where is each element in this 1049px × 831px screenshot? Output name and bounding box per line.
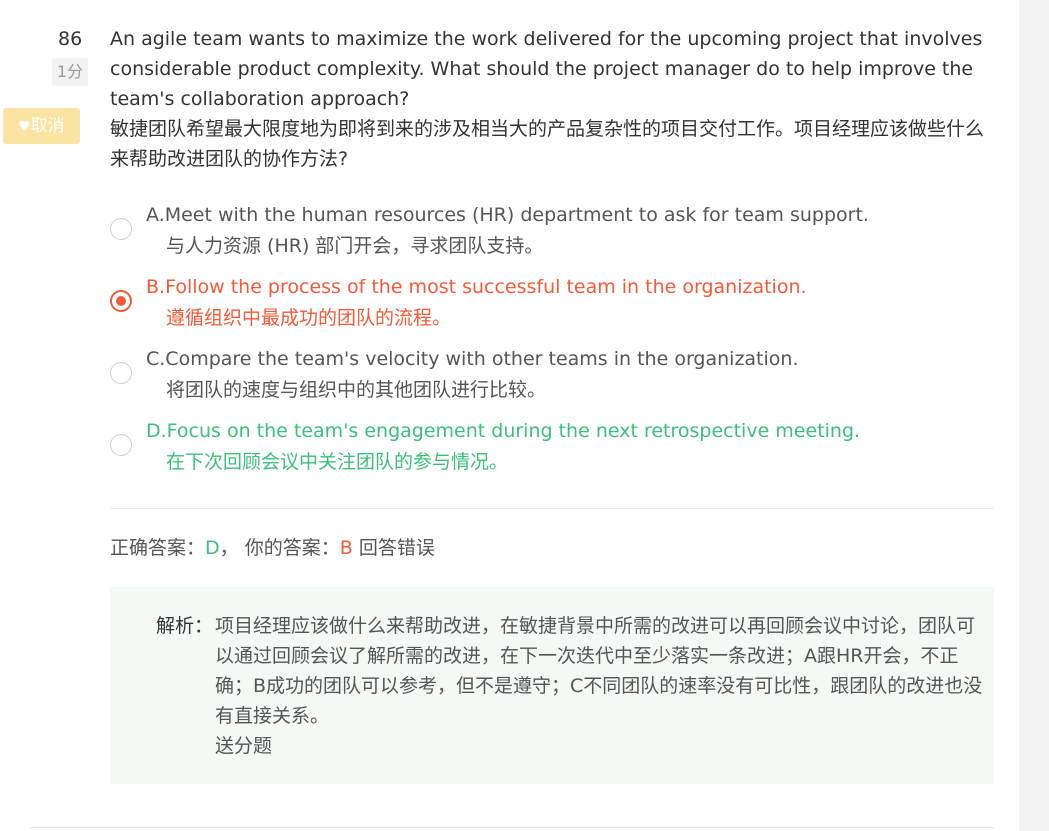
option-b-text-en: B.Follow the process of the most success…: [146, 276, 807, 298]
bottom-divider: [30, 827, 994, 828]
unfavorite-label: 取消: [30, 116, 65, 136]
option-a-text-zh: 与人力资源 (HR) 部门开会，寻求团队支持。: [166, 235, 544, 257]
option-d[interactable]: D.Focus on the team's engagement during …: [110, 414, 994, 486]
option-d-text-zh: 在下次回顾会议中关注团队的参与情况。: [166, 451, 509, 473]
radio-icon[interactable]: [110, 290, 132, 312]
analysis-text: 项目经理应该做什么来帮助改进，在敏捷背景中所需的改进可以再回顾会议中讨论，团队可…: [215, 615, 983, 727]
radio-icon[interactable]: [110, 218, 132, 240]
option-b-text-zh: 遵循组织中最成功的团队的流程。: [166, 307, 452, 329]
your-answer-value: B: [339, 537, 353, 559]
analysis-label: 解析：: [156, 615, 214, 637]
score-badge: 1分: [52, 58, 88, 86]
option-a[interactable]: A.Meet with the human resources (HR) dep…: [110, 198, 994, 270]
your-answer-label: 你的答案：: [244, 537, 340, 559]
radio-icon[interactable]: [110, 362, 132, 384]
divider: [110, 508, 994, 509]
option-d-text-en: D.Focus on the team's engagement during …: [146, 420, 861, 442]
option-c[interactable]: C.Compare the team's velocity with other…: [110, 342, 994, 414]
question-text-zh: 敏捷团队希望最大限度地为即将到来的涉及相当大的产品复杂性的项目交付工作。项目经理…: [110, 118, 985, 170]
option-c-text-en: C.Compare the team's velocity with other…: [146, 348, 799, 370]
options-list: A.Meet with the human resources (HR) dep…: [110, 198, 994, 486]
analysis-body: 项目经理应该做什么来帮助改进，在敏捷背景中所需的改进可以再回顾会议中讨论，团队可…: [215, 611, 985, 761]
unfavorite-button[interactable]: ♥取消: [3, 108, 80, 144]
option-c-text-zh: 将团队的速度与组织中的其他团队进行比较。: [166, 379, 547, 401]
analysis-panel: 解析： 项目经理应该做什么来帮助改进，在敏捷背景中所需的改进可以再回顾会议中讨论…: [110, 587, 994, 784]
option-b[interactable]: B.Follow the process of the most success…: [110, 270, 994, 342]
radio-icon[interactable]: [110, 434, 132, 456]
question-text-en: An agile team wants to maximize the work…: [110, 28, 983, 110]
question-card: 86 1分 ♥取消 An agile team wants to maximiz…: [0, 0, 1019, 831]
question-number: 86: [58, 28, 83, 50]
analysis-note: 送分题: [215, 735, 273, 757]
answer-result: 正确答案：D， 你的答案：B 回答错误: [110, 533, 435, 563]
answer-separator: ，: [219, 537, 239, 559]
question-stem: An agile team wants to maximize the work…: [110, 24, 1000, 174]
heart-icon: ♥: [18, 119, 31, 135]
option-a-text-en: A.Meet with the human resources (HR) dep…: [146, 204, 869, 226]
correct-answer-value: D: [205, 537, 220, 559]
answer-verdict: 回答错误: [358, 537, 435, 559]
correct-answer-label: 正确答案：: [110, 537, 206, 559]
